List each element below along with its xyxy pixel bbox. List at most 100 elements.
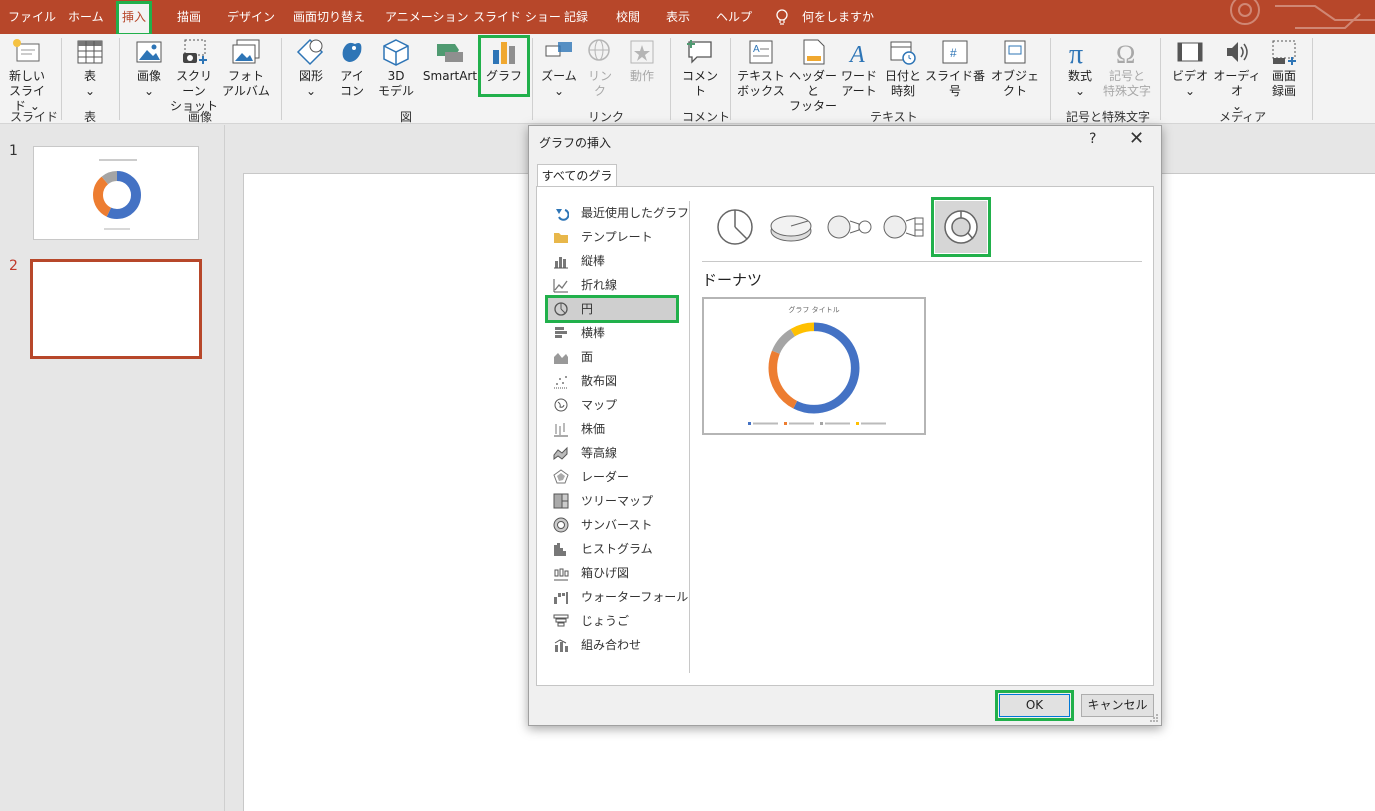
shapes-button[interactable]: 図形 ⌄ bbox=[293, 38, 329, 99]
slide-thumbnail-1[interactable] bbox=[33, 146, 199, 240]
chart-type-list: 最近使用したグラフテンプレート 縦棒 折れ線円横棒面散布図マップ株価 等高線 レーダーツ… bbox=[545, 201, 689, 657]
cancel-button[interactable]: キャンセル bbox=[1081, 694, 1154, 717]
link-button[interactable]: リン ク bbox=[584, 38, 616, 99]
preview-doughnut-chart bbox=[748, 322, 886, 425]
area-chart-icon bbox=[554, 353, 568, 364]
menu-view[interactable]: 表示 bbox=[666, 0, 690, 34]
textbox-icon: A bbox=[749, 40, 773, 64]
chart-type-label: マップ bbox=[581, 398, 618, 412]
chart-button[interactable]: グラフ bbox=[478, 35, 530, 97]
object-icon bbox=[1004, 40, 1026, 64]
chart-type-label: 組み合わせ bbox=[581, 638, 642, 652]
wordart-button[interactable]: A ワード アート bbox=[838, 38, 880, 99]
chart-type-item[interactable]: ヒストグラム bbox=[547, 537, 689, 561]
chart-type-item[interactable]: レーダー bbox=[547, 465, 689, 489]
chart-type-label: 面 bbox=[581, 350, 594, 364]
icons-button[interactable]: アイ コン bbox=[336, 38, 368, 99]
chart-type-item[interactable]: 縦棒 bbox=[547, 249, 689, 273]
chart-type-label: 最近使用したグラフ bbox=[581, 206, 690, 220]
chart-type-item[interactable]: 円 bbox=[545, 295, 679, 323]
video-button[interactable]: ビデオ ⌄ bbox=[1170, 38, 1210, 99]
datetime-button[interactable]: 日付と 時刻 bbox=[884, 38, 922, 99]
symbol-button[interactable]: Ω 記号と 特殊文字 bbox=[1102, 38, 1152, 99]
3d-pie-icon[interactable] bbox=[763, 199, 819, 255]
menu-bar: ファイル ホーム 挿入 描画 デザイン 画面切り替え アニメーション スライド … bbox=[0, 0, 1375, 36]
image-button[interactable]: 画像 ⌄ bbox=[130, 38, 168, 99]
chart-type-item[interactable]: 組み合わせ bbox=[547, 633, 689, 657]
treemap-chart-icon bbox=[553, 493, 569, 509]
stock-chart-icon bbox=[554, 423, 568, 437]
chart-type-item[interactable]: 折れ線 bbox=[547, 273, 689, 297]
pie-icon[interactable] bbox=[707, 199, 763, 255]
menu-design[interactable]: デザイン bbox=[227, 0, 275, 34]
chart-type-item[interactable]: ツリーマップ bbox=[547, 489, 689, 513]
menu-animations[interactable]: アニメーション bbox=[385, 0, 469, 34]
help-button[interactable]: ? bbox=[1089, 131, 1096, 147]
menu-record[interactable]: 記録 bbox=[564, 0, 588, 34]
chart-type-item[interactable]: 箱ひげ図 bbox=[547, 561, 689, 585]
pie-chart-icon bbox=[554, 302, 568, 316]
tab-all-charts[interactable]: すべてのグラフ bbox=[537, 164, 617, 205]
object-button[interactable]: オブジェクト bbox=[988, 38, 1042, 99]
menu-draw[interactable]: 描画 bbox=[177, 0, 201, 34]
chart-type-item[interactable]: マップ bbox=[547, 393, 689, 417]
chart-type-label: 円 bbox=[581, 302, 594, 316]
chart-type-label: ヒストグラム bbox=[581, 542, 653, 556]
chart-type-item[interactable]: 面 bbox=[547, 345, 689, 369]
slide-number-button[interactable]: # スライド番号 bbox=[924, 38, 986, 99]
resize-grip-icon[interactable] bbox=[1149, 713, 1159, 723]
screen-recording-button[interactable]: 画面 録画 bbox=[1264, 38, 1304, 99]
equation-button[interactable]: π 数式 ⌄ bbox=[1060, 38, 1100, 99]
funnel-chart-icon bbox=[553, 614, 569, 627]
chart-preview[interactable]: グラフ タイトル bbox=[702, 297, 926, 435]
menu-review[interactable]: 校閲 bbox=[616, 0, 640, 34]
bar-of-pie-icon[interactable] bbox=[875, 199, 931, 255]
slide-thumbnail-2[interactable] bbox=[30, 259, 202, 359]
comment-button[interactable]: コメント bbox=[678, 38, 722, 99]
menu-file[interactable]: ファイル bbox=[8, 0, 56, 34]
close-icon[interactable]: ✕ bbox=[1129, 128, 1144, 149]
table-button[interactable]: 表 ⌄ bbox=[72, 38, 108, 99]
dialog-title: グラフの挿入 bbox=[539, 136, 612, 150]
wordart-icon: A bbox=[848, 42, 865, 66]
photo-album-button[interactable]: フォト アルバム bbox=[220, 38, 272, 99]
screenshot-button[interactable]: スクリーン ショット bbox=[170, 38, 218, 114]
menu-slideshow[interactable]: スライド ショー bbox=[473, 0, 561, 34]
chart-type-item[interactable]: サンバースト bbox=[547, 513, 689, 537]
radar-chart-icon bbox=[553, 469, 569, 484]
tell-me-search[interactable]: 何をしますか bbox=[802, 0, 874, 34]
action-button[interactable]: 動作 bbox=[624, 38, 660, 84]
3d-models-button[interactable]: 3D モデル bbox=[374, 38, 418, 99]
menu-help[interactable]: ヘルプ bbox=[716, 0, 752, 34]
menu-home[interactable]: ホーム bbox=[68, 0, 104, 34]
header-footer-button[interactable]: ヘッダーと フッター bbox=[788, 38, 838, 114]
chart-type-item[interactable]: 等高線 bbox=[547, 441, 689, 465]
omega-icon: Ω bbox=[1116, 40, 1135, 66]
screen-recording-icon bbox=[1272, 40, 1296, 65]
doughnut-icon[interactable] bbox=[931, 197, 991, 257]
svg-text:A: A bbox=[848, 42, 865, 66]
dialog-body: 最近使用したグラフテンプレート 縦棒 折れ線円横棒面散布図マップ株価 等高線 レーダーツ… bbox=[536, 186, 1154, 686]
bar-chart-icon bbox=[555, 327, 567, 338]
menu-insert[interactable]: 挿入 bbox=[115, 1, 153, 36]
menu-transitions[interactable]: 画面切り替え bbox=[293, 0, 365, 34]
group-label-images: 画像 bbox=[188, 110, 213, 124]
new-slide-button[interactable]: 新しい スライド ⌄ bbox=[4, 38, 50, 114]
group-label-illustrations: 図 bbox=[400, 110, 413, 124]
chart-type-item[interactable]: 最近使用したグラフ bbox=[547, 201, 689, 225]
chart-type-item[interactable]: ウォーターフォール bbox=[547, 585, 689, 609]
textbox-button[interactable]: A テキスト ボックス bbox=[736, 38, 786, 99]
audio-button[interactable]: オーディオ ⌄ bbox=[1212, 38, 1262, 114]
chart-type-item[interactable]: 株価 bbox=[547, 417, 689, 441]
smartart-icon bbox=[437, 44, 463, 62]
pie-of-pie-icon[interactable] bbox=[819, 199, 875, 255]
table-icon bbox=[77, 40, 103, 64]
zoom-button[interactable]: ズーム ⌄ bbox=[540, 38, 578, 99]
screenshot-icon bbox=[183, 39, 207, 64]
chart-type-item[interactable]: 横棒 bbox=[547, 321, 689, 345]
chart-type-item[interactable]: テンプレート bbox=[547, 225, 689, 249]
smartart-button[interactable]: SmartArt bbox=[421, 38, 479, 84]
chart-type-item[interactable]: じょうご bbox=[547, 609, 689, 633]
ok-button[interactable]: OK bbox=[995, 690, 1074, 721]
chart-type-item[interactable]: 散布図 bbox=[547, 369, 689, 393]
